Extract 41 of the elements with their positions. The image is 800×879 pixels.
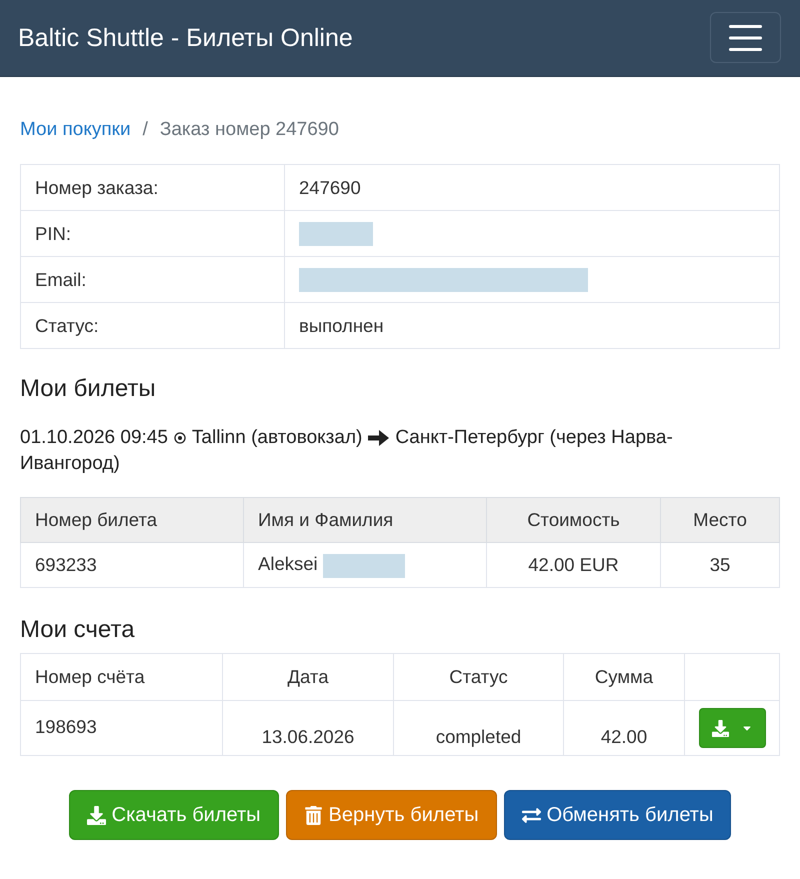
menu-icon bbox=[729, 24, 762, 50]
passenger-name: Aleksei bbox=[258, 553, 318, 574]
table-cell: 35 bbox=[660, 542, 780, 588]
download-icon bbox=[712, 720, 728, 736]
table-cell: 42.00 EUR bbox=[486, 542, 660, 588]
breadcrumb-link[interactable]: Мои покупки bbox=[20, 118, 131, 142]
breadcrumb-separator: / bbox=[142, 118, 148, 142]
table-cell: 693233 bbox=[20, 542, 244, 588]
table-cell: 42.00 bbox=[564, 700, 684, 756]
column-header: Стоимость bbox=[486, 498, 660, 542]
info-value-cell: 247690 bbox=[284, 164, 780, 210]
action-button[interactable]: Обменять билеты bbox=[504, 790, 732, 840]
column-header: Номер счёта bbox=[20, 654, 222, 700]
info-value-cell: выполнен bbox=[284, 302, 780, 348]
action-button[interactable]: Вернуть билеты bbox=[286, 790, 497, 840]
info-label-cell: Статус: bbox=[20, 302, 284, 348]
info-label-cell: Номер заказа: bbox=[20, 164, 284, 210]
trip-route: 01.10.2026 09:45 Tallinn (автовокзал) Санкт-Петербург (через Нарва-Ивангород) bbox=[20, 426, 674, 476]
column-header: Сумма bbox=[564, 654, 684, 700]
table-cell: completed bbox=[394, 700, 564, 756]
section-heading: Мои билеты bbox=[20, 374, 157, 404]
column-header: Место bbox=[660, 498, 780, 542]
download-icon bbox=[86, 806, 106, 824]
action-button[interactable]: Скачать билеты bbox=[68, 790, 279, 840]
location-pin-icon bbox=[174, 432, 186, 444]
menu-toggle-button[interactable] bbox=[710, 12, 781, 63]
right-arrow-icon bbox=[368, 430, 390, 446]
column-header: Дата bbox=[222, 654, 394, 700]
info-label-cell: Email: bbox=[20, 256, 284, 302]
section-heading: Мои счета bbox=[20, 615, 136, 645]
download-dropdown-button[interactable] bbox=[698, 708, 766, 748]
column-header: Имя и Фамилия bbox=[244, 498, 486, 542]
info-label-cell: PIN: bbox=[20, 210, 284, 256]
trash-icon bbox=[304, 806, 323, 824]
exchange-arrows-icon bbox=[522, 806, 541, 824]
table-cell: 198693 bbox=[20, 700, 222, 756]
brand-title[interactable]: Baltic Shuttle - Билеты Online bbox=[18, 24, 353, 52]
column-header: Номер билета bbox=[20, 498, 244, 542]
table-cell: 13.06.2026 bbox=[222, 700, 394, 756]
column-header: Статус bbox=[394, 654, 564, 700]
breadcrumb-current: Заказ номер 247690 bbox=[160, 118, 339, 142]
